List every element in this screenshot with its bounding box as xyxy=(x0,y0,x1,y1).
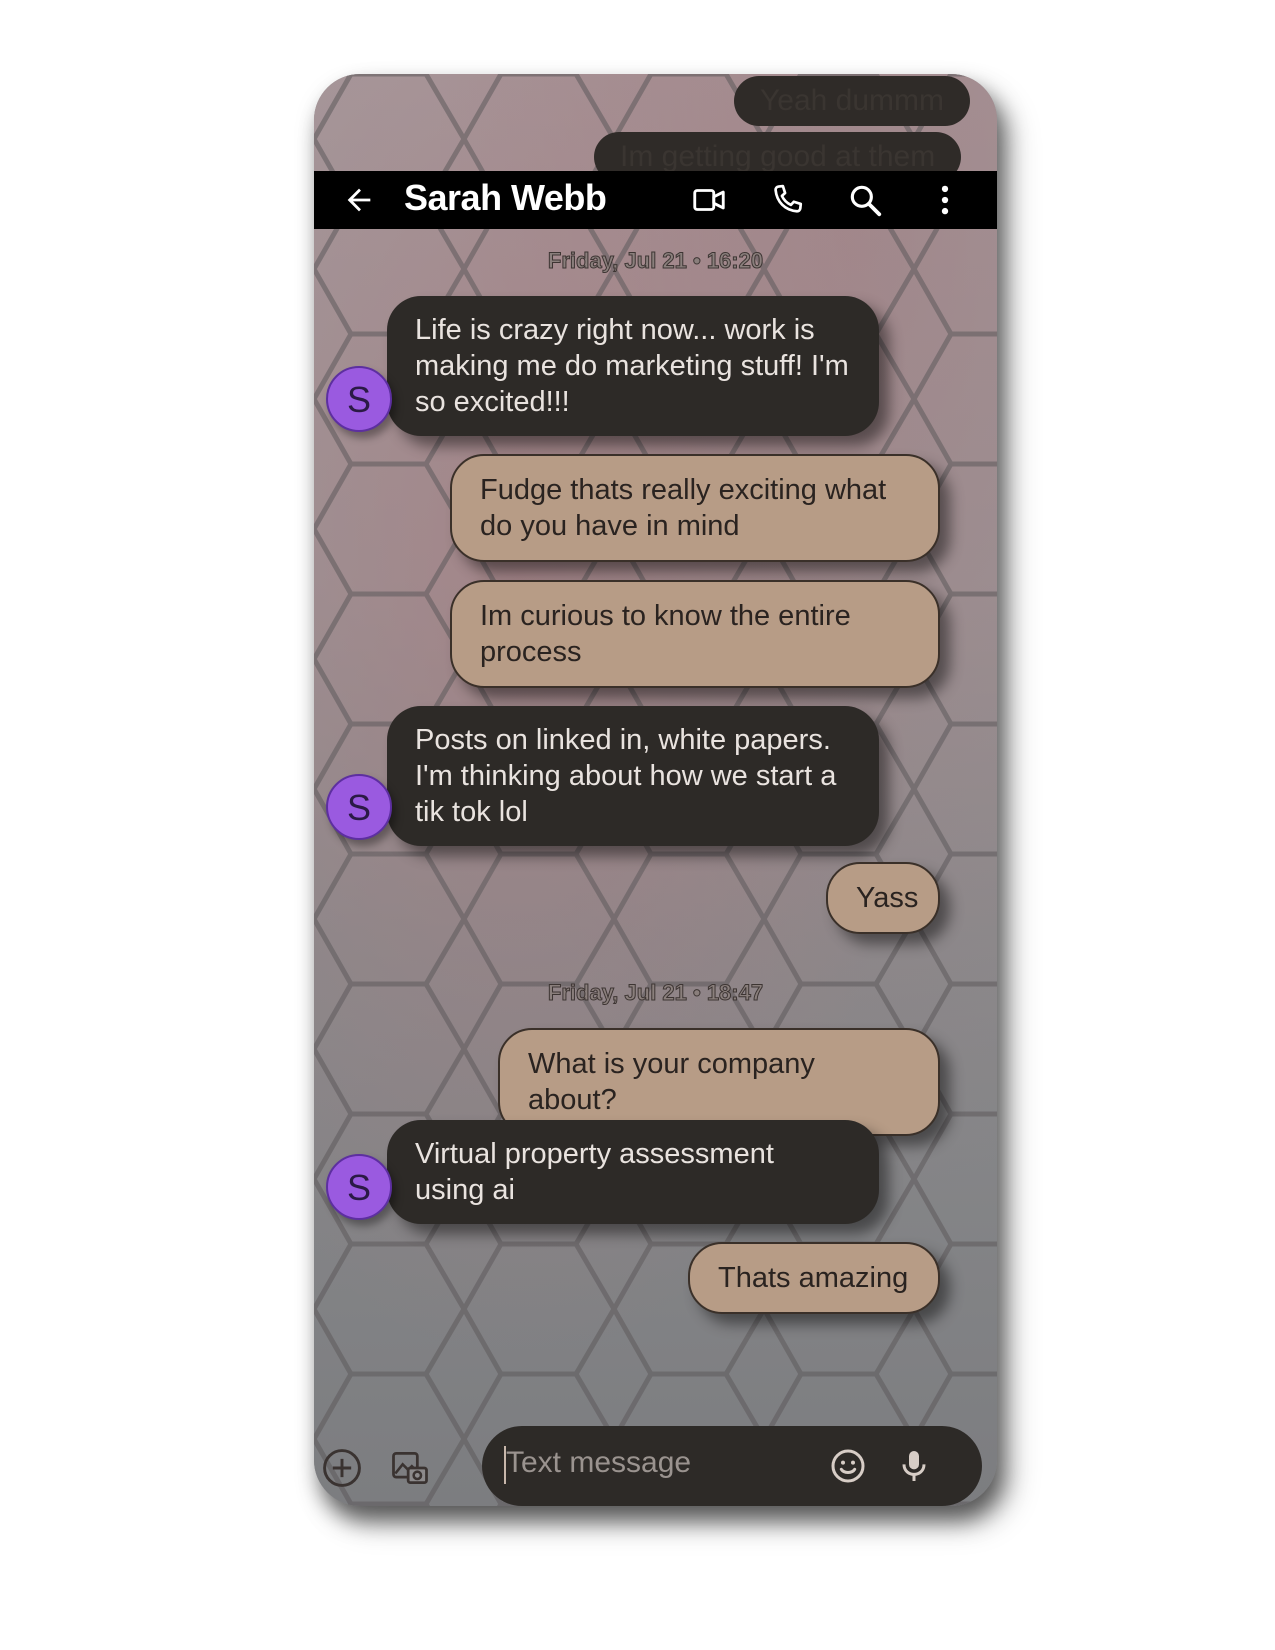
phone-call-icon[interactable] xyxy=(768,181,806,219)
incoming-message[interactable]: Life is crazy right now... work is makin… xyxy=(387,296,879,436)
incoming-message[interactable]: Posts on linked in, white papers. I'm th… xyxy=(387,706,879,846)
outgoing-message[interactable]: Fudge thats really exciting what do you … xyxy=(450,454,940,562)
contact-avatar[interactable]: S xyxy=(326,1154,392,1220)
outgoing-message[interactable]: Yass xyxy=(826,862,940,934)
date-divider: Friday, Jul 21 • 16:20 xyxy=(547,248,764,274)
contact-avatar[interactable]: S xyxy=(326,774,392,840)
search-icon[interactable] xyxy=(846,181,884,219)
outgoing-message[interactable]: Im curious to know the entire process xyxy=(450,580,940,688)
contact-name[interactable]: Sarah Webb xyxy=(404,177,607,219)
contact-avatar[interactable]: S xyxy=(326,366,392,432)
gallery-camera-icon[interactable] xyxy=(388,1446,432,1490)
message-composer[interactable]: Text message xyxy=(482,1426,982,1506)
mic-icon[interactable] xyxy=(894,1446,934,1486)
phone-screen: Yeah dummm Im getting good at them Sarah… xyxy=(314,74,997,1506)
message-input[interactable]: Text message xyxy=(506,1446,691,1480)
ghost-message-1: Yeah dummm xyxy=(734,76,970,126)
app-bar: Sarah Webb xyxy=(314,171,997,229)
back-arrow-icon[interactable] xyxy=(342,183,376,217)
outgoing-message[interactable]: Thats amazing xyxy=(688,1242,940,1314)
emoji-icon[interactable] xyxy=(828,1446,868,1486)
more-options-icon[interactable] xyxy=(926,181,964,219)
date-divider: Friday, Jul 21 • 18:47 xyxy=(547,980,764,1006)
add-attachment-icon[interactable] xyxy=(320,1446,364,1490)
incoming-message[interactable]: Virtual property assessment using ai xyxy=(387,1120,879,1224)
video-call-icon[interactable] xyxy=(690,181,728,219)
